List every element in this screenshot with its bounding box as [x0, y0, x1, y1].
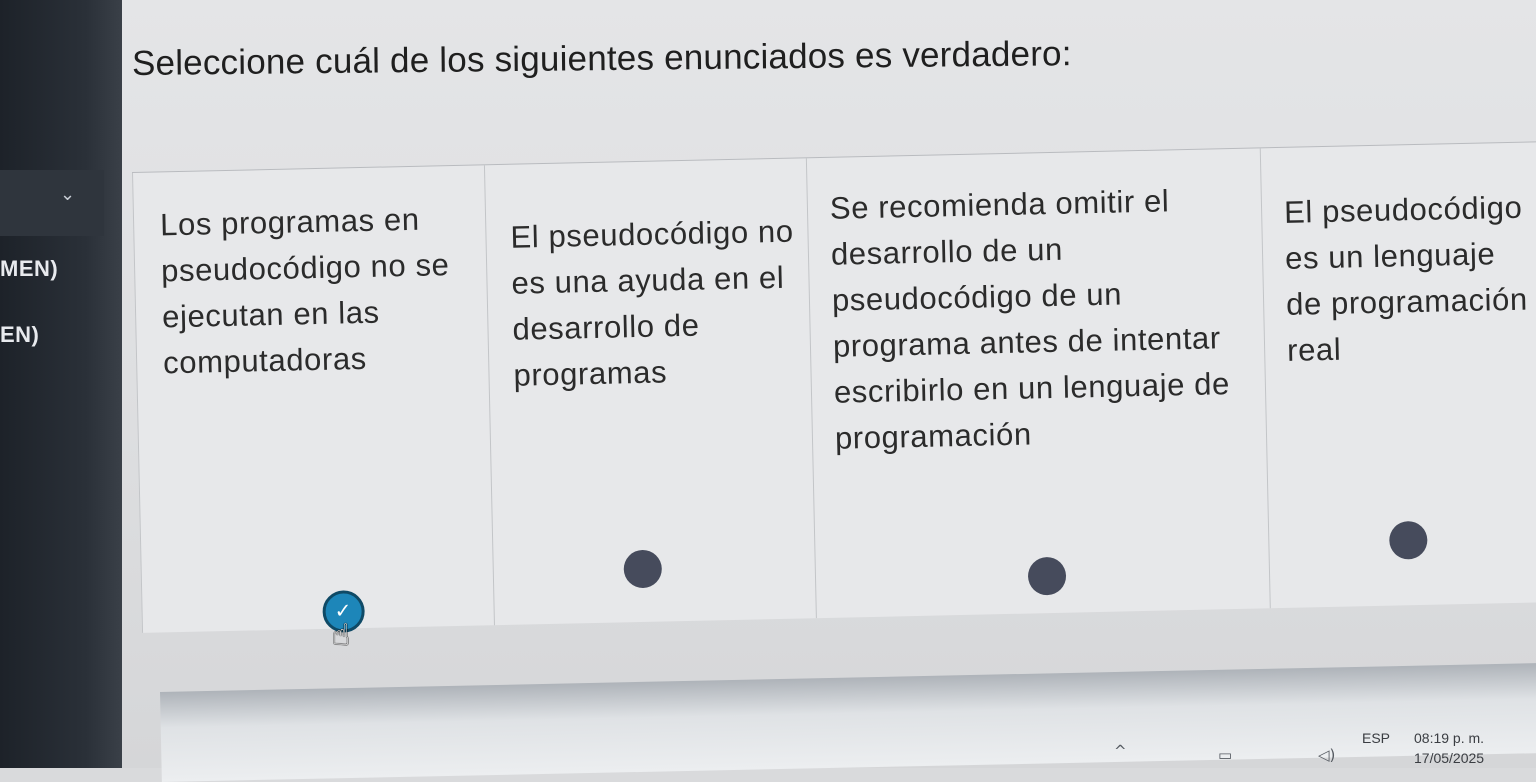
- sidebar-collapse-button[interactable]: [0, 170, 104, 236]
- option-text-4: El pseudocódigo es un lenguaje de progra…: [1283, 189, 1529, 368]
- language-indicator[interactable]: ESP: [1362, 730, 1390, 746]
- option-text-2: El pseudocódigo no es una ayuda en el de…: [510, 213, 794, 393]
- answer-options: Los programas en pseudocódigo no se ejec…: [132, 141, 1536, 633]
- option-text-1: Los programas en pseudocódigo no se ejec…: [159, 201, 450, 381]
- sidebar-item-1[interactable]: EN): [0, 322, 39, 348]
- hand-cursor-icon: ☝: [332, 618, 351, 653]
- chevron-up-icon[interactable]: ^: [1114, 742, 1127, 760]
- clock-date[interactable]: 17/05/2025: [1414, 750, 1484, 766]
- speaker-icon[interactable]: ◁): [1318, 746, 1335, 764]
- clock-time[interactable]: 08:19 p. m.: [1414, 730, 1484, 746]
- network-icon[interactable]: ▭: [1218, 746, 1232, 764]
- option-radio-2[interactable]: [623, 549, 663, 589]
- option-card-3[interactable]: Se recomienda omitir el desarrollo de un…: [805, 148, 1270, 619]
- option-text-3: Se recomienda omitir el desarrollo de un…: [829, 183, 1231, 456]
- course-sidebar: ⌄ MEN) EN): [0, 0, 122, 768]
- option-radio-4[interactable]: [1388, 520, 1428, 560]
- option-card-1[interactable]: Los programas en pseudocódigo no se ejec…: [132, 165, 494, 633]
- chevron-down-icon[interactable]: ⌄: [60, 184, 75, 205]
- option-card-2[interactable]: El pseudocódigo no es una ayuda en el de…: [483, 158, 816, 626]
- option-radio-3[interactable]: [1027, 556, 1067, 596]
- option-card-4[interactable]: El pseudocódigo es un lenguaje de progra…: [1259, 142, 1536, 609]
- sidebar-item-0[interactable]: MEN): [0, 256, 58, 282]
